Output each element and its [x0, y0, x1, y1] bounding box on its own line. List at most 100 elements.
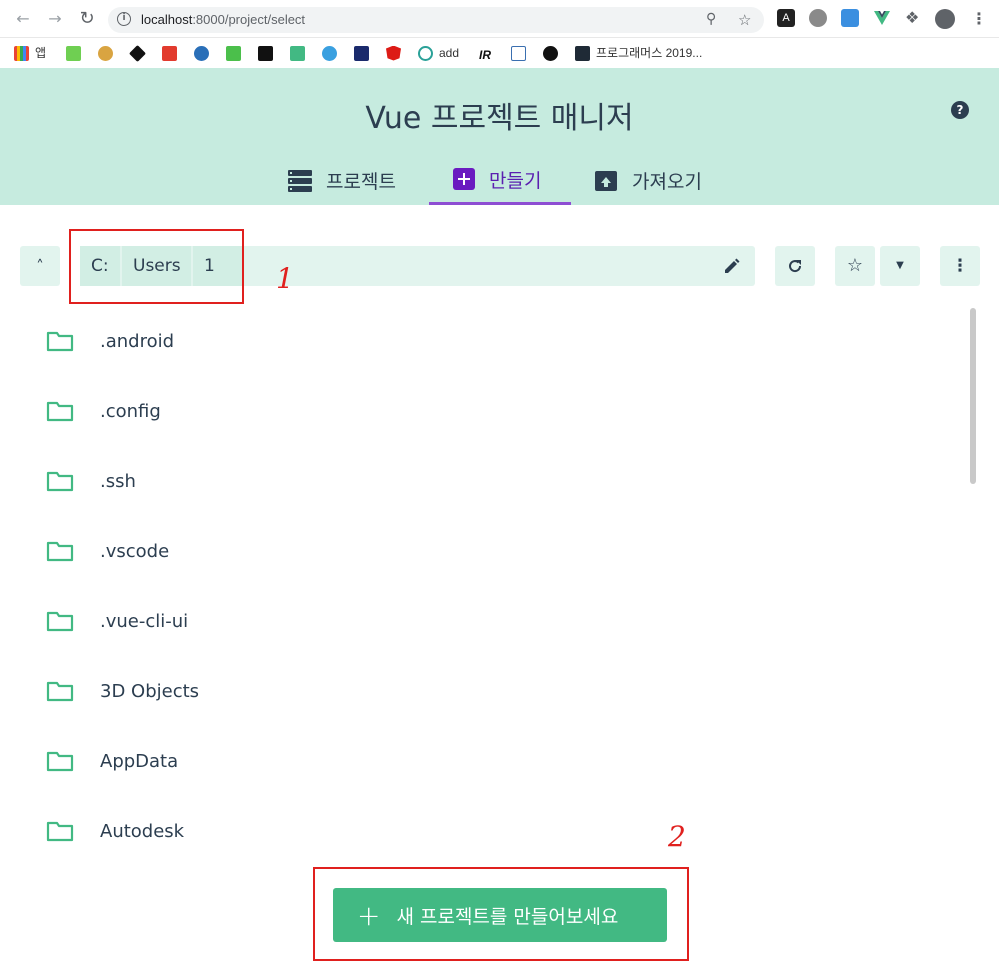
address-bar[interactable]: i localhost:8000/project/select ⚲ ☆: [108, 7, 764, 33]
folder-icon: [46, 401, 74, 422]
zoom-icon[interactable]: ⚲: [706, 11, 716, 27]
extension-a-icon[interactable]: A: [777, 9, 795, 27]
folder-icon: [46, 751, 74, 772]
folder-row[interactable]: Autodesk: [46, 811, 946, 851]
bookmark-item[interactable]: [162, 44, 183, 62]
folder-icon: [46, 821, 74, 842]
folder-name: .vue-cli-ui: [100, 610, 189, 632]
annotation-number-1: 1: [276, 262, 294, 295]
more-vertical-icon: ⋮: [951, 256, 969, 276]
bookmark-favicon-icon: [226, 45, 241, 61]
bookmark-favicon-icon: [66, 45, 81, 61]
folder-icon: [46, 611, 74, 632]
folder-name: .vscode: [100, 540, 170, 562]
more-options-button[interactable]: ⋮: [940, 246, 980, 286]
star-outline-icon: ☆: [846, 255, 864, 276]
extension-gear-icon[interactable]: [809, 9, 827, 27]
bookmark-label: 앱: [35, 46, 47, 60]
bookmark-favicon-icon: [98, 45, 113, 61]
favorites-dropdown-button[interactable]: ▼: [880, 246, 920, 286]
url-path: :8000/project/select: [192, 12, 306, 27]
folder-name: Autodesk: [100, 820, 185, 842]
back-arrow-icon[interactable]: ←: [12, 8, 34, 30]
forward-arrow-icon[interactable]: →: [44, 8, 66, 30]
extensions-puzzle-icon[interactable]: ❖: [905, 9, 923, 27]
bookmark-item[interactable]: [511, 44, 532, 62]
ir-icon: IR: [479, 47, 491, 62]
folder-up-button[interactable]: ˄: [20, 246, 60, 286]
bookmark-item[interactable]: [354, 44, 375, 62]
bookmark-favicon-icon: [258, 45, 273, 61]
folder-row[interactable]: .vue-cli-ui: [46, 601, 946, 641]
bookmark-item[interactable]: [322, 44, 343, 62]
bookmarks-bar: 앱 add IR 프로그래머스 2019...: [0, 38, 999, 68]
bookmark-item[interactable]: [129, 44, 151, 62]
plus-square-icon: [453, 168, 475, 190]
folder-row[interactable]: .vscode: [46, 531, 946, 571]
page-title: Vue 프로젝트 매니저: [365, 101, 634, 136]
folder-icon: [46, 541, 74, 562]
bookmark-label: 프로그래머스 2019...: [596, 46, 703, 60]
folder-name: .ssh: [100, 470, 136, 492]
angular-icon: [386, 45, 401, 61]
bookmark-apps[interactable]: 앱: [14, 44, 46, 62]
star-bookmark-icon[interactable]: ☆: [738, 11, 751, 29]
folder-name: .config: [100, 400, 161, 422]
folder-icon: [46, 681, 74, 702]
annotation-number-2: 2: [668, 820, 686, 853]
tab-label: 만들기: [489, 169, 542, 192]
programmers-icon: [575, 45, 590, 61]
tab-create[interactable]: 만들기: [429, 156, 571, 205]
bookmark-item[interactable]: [290, 44, 311, 62]
bookmark-favicon-icon: [162, 45, 177, 61]
pencil-edit-icon[interactable]: [722, 256, 742, 276]
bookmark-item[interactable]: [226, 44, 247, 62]
bookmark-item[interactable]: [258, 44, 279, 62]
tab-projects[interactable]: 프로젝트: [288, 156, 396, 205]
bookmark-item[interactable]: IR: [479, 44, 503, 62]
tab-label: 가져오기: [632, 171, 702, 193]
help-icon[interactable]: ?: [951, 101, 969, 119]
folder-icon: [46, 331, 74, 352]
annotation-box-1: [69, 229, 244, 304]
extension-vue-icon[interactable]: [873, 9, 891, 27]
browser-menu-icon[interactable]: ⋮: [968, 8, 990, 30]
bookmark-item[interactable]: [194, 44, 215, 62]
folder-row[interactable]: .ssh: [46, 461, 946, 501]
import-box-icon: [594, 169, 618, 193]
bookmark-favicon-icon: [290, 45, 305, 61]
bookmark-programmers[interactable]: 프로그래머스 2019...: [575, 44, 702, 62]
folder-name: .android: [100, 330, 175, 352]
bookmark-item[interactable]: [386, 44, 407, 62]
folder-icon: [46, 471, 74, 492]
folder-row[interactable]: .config: [46, 391, 946, 431]
tab-label: 프로젝트: [326, 171, 396, 193]
folder-name: AppData: [100, 750, 179, 772]
bookmark-favicon-icon: [511, 45, 526, 61]
folder-list-scrollbar[interactable]: [970, 308, 976, 484]
bookmark-item[interactable]: [543, 44, 564, 62]
site-info-icon[interactable]: i: [117, 12, 131, 26]
folder-row[interactable]: 3D Objects: [46, 671, 946, 711]
refresh-button[interactable]: [775, 246, 815, 286]
bookmark-add[interactable]: add: [418, 44, 459, 62]
folder-row[interactable]: AppData: [46, 741, 946, 781]
url-text: localhost:8000/project/select: [141, 12, 305, 27]
favorite-button[interactable]: ☆: [835, 246, 875, 286]
bookmark-item[interactable]: [66, 44, 87, 62]
bookmark-favicon-icon: [194, 45, 209, 61]
bookmark-item[interactable]: [98, 44, 119, 62]
clock-icon: [418, 45, 433, 61]
bookmark-favicon-icon: [354, 45, 369, 61]
chevron-up-icon: ˄: [36, 257, 44, 275]
reload-icon[interactable]: ↻: [76, 8, 98, 30]
list-icon: [288, 169, 312, 193]
tab-import[interactable]: 가져오기: [594, 156, 702, 205]
bookmark-label: add: [439, 46, 460, 60]
extension-download-icon[interactable]: [841, 9, 859, 27]
refresh-icon: [789, 260, 802, 273]
folder-row[interactable]: .android: [46, 321, 946, 361]
caret-down-icon: ▼: [896, 260, 904, 271]
profile-avatar-icon[interactable]: [935, 9, 955, 29]
browser-toolbar: ← → ↻ i localhost:8000/project/select ⚲ …: [0, 0, 999, 38]
